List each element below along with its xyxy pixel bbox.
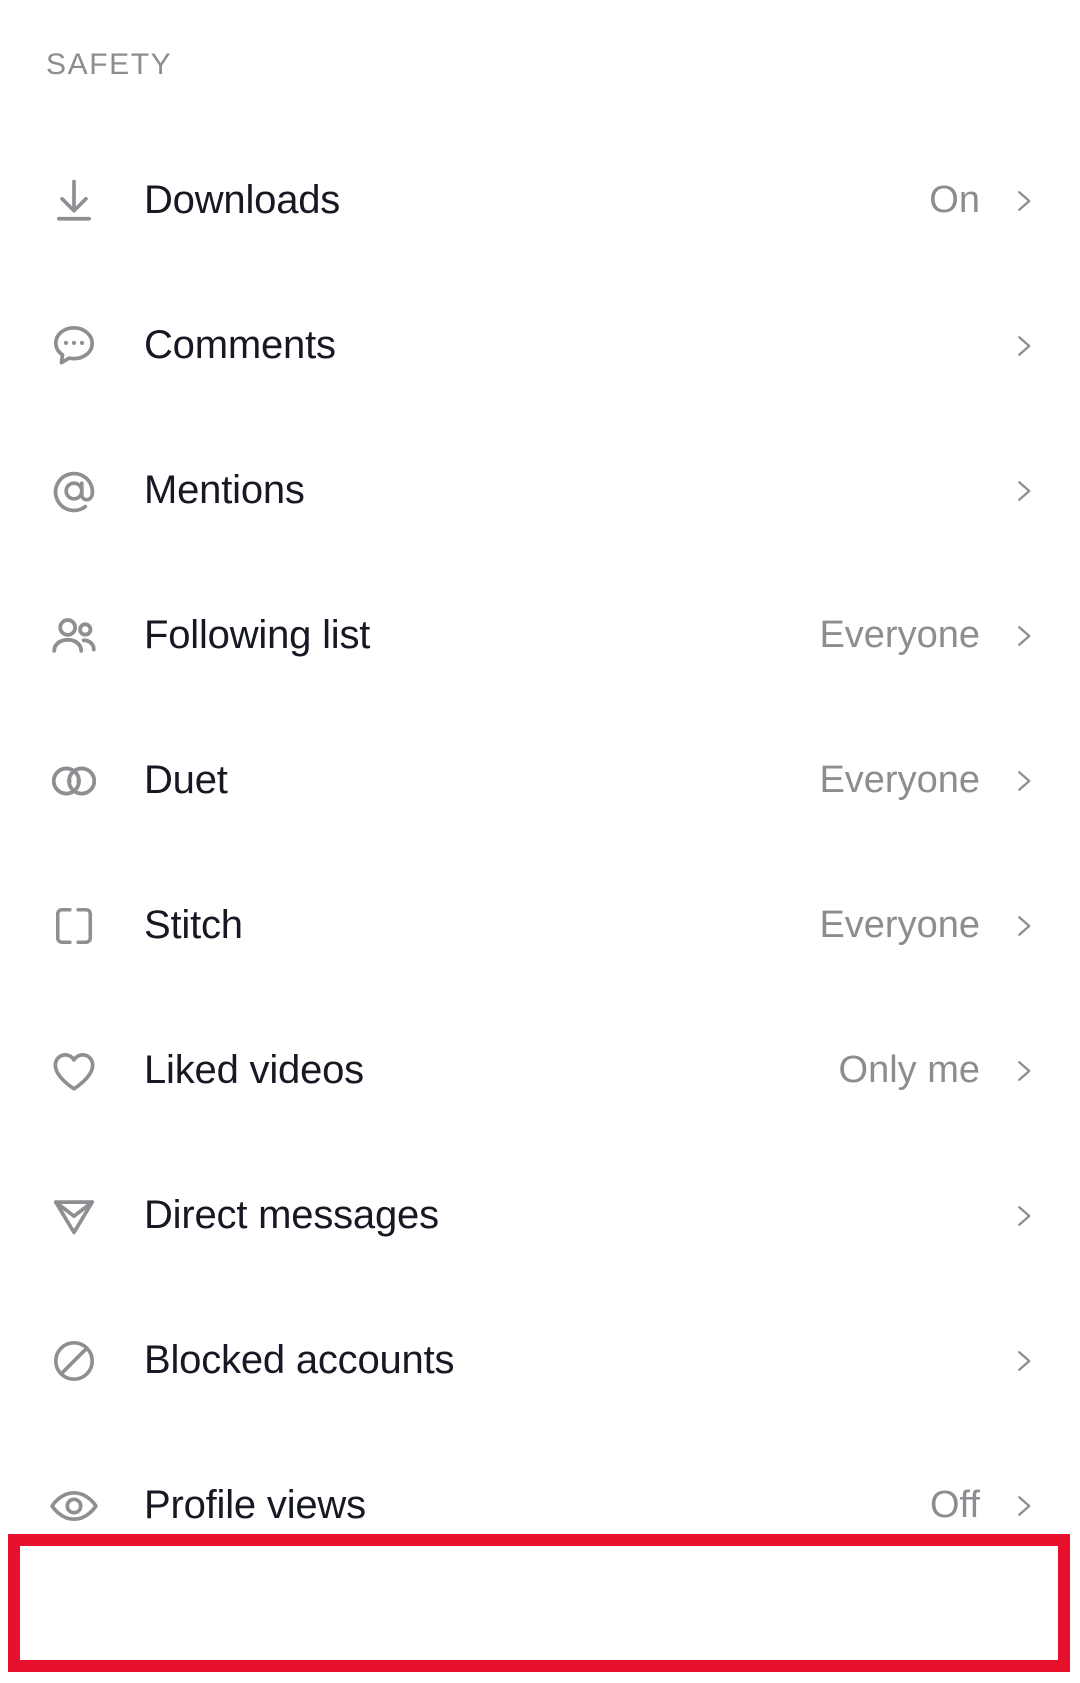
chevron-right-icon[interactable] [1006,179,1040,223]
download-icon [46,173,102,229]
section-header-safety: SAFETY [46,48,172,82]
chevron-right-icon[interactable] [1006,324,1040,368]
settings-row-stitch[interactable]: Stitch Everyone [0,853,1080,998]
settings-row-label: Direct messages [144,1193,439,1238]
settings-row-label: Stitch [144,903,243,948]
chevron-right-icon[interactable] [1006,1339,1040,1383]
settings-row-label: Mentions [144,468,305,513]
heart-icon [46,1043,102,1099]
settings-row-downloads[interactable]: Downloads On [0,128,1080,273]
settings-row-profile-views[interactable]: Profile views Off [0,1433,1080,1578]
settings-row-liked-videos[interactable]: Liked videos Only me [0,998,1080,1143]
comment-bubble-icon [46,318,102,374]
settings-row-label: Blocked accounts [144,1338,454,1383]
eye-icon [46,1478,102,1534]
settings-row-label: Downloads [144,178,340,223]
people-icon [46,608,102,664]
settings-row-value: Only me [839,1049,980,1092]
chevron-right-icon[interactable] [1006,614,1040,658]
settings-row-value: Everyone [819,904,980,947]
send-plane-icon [46,1188,102,1244]
duet-circles-icon [46,753,102,809]
chevron-right-icon[interactable] [1006,1049,1040,1093]
settings-row-comments[interactable]: Comments [0,273,1080,418]
chevron-right-icon[interactable] [1006,1484,1040,1528]
chevron-right-icon[interactable] [1006,904,1040,948]
chevron-right-icon[interactable] [1006,469,1040,513]
settings-row-blocked-accounts[interactable]: Blocked accounts [0,1288,1080,1433]
chevron-right-icon[interactable] [1006,759,1040,803]
chevron-right-icon[interactable] [1006,1194,1040,1238]
safety-settings-list: Downloads On Comments [0,128,1080,1578]
settings-row-direct-messages[interactable]: Direct messages [0,1143,1080,1288]
settings-row-duet[interactable]: Duet Everyone [0,708,1080,853]
settings-row-value: Off [930,1484,980,1527]
settings-row-label: Duet [144,758,228,803]
settings-row-value: Everyone [819,759,980,802]
settings-row-label: Liked videos [144,1048,364,1093]
settings-row-value: Everyone [819,614,980,657]
settings-row-label: Profile views [144,1483,366,1528]
settings-row-label: Following list [144,613,370,658]
at-mention-icon [46,463,102,519]
settings-row-mentions[interactable]: Mentions [0,418,1080,563]
stitch-frame-icon [46,898,102,954]
settings-row-following-list[interactable]: Following list Everyone [0,563,1080,708]
block-circle-icon [46,1333,102,1389]
settings-privacy-screen: SAFETY Downloads On [0,0,1080,1683]
settings-row-label: Comments [144,323,336,368]
settings-row-value: On [929,179,980,222]
